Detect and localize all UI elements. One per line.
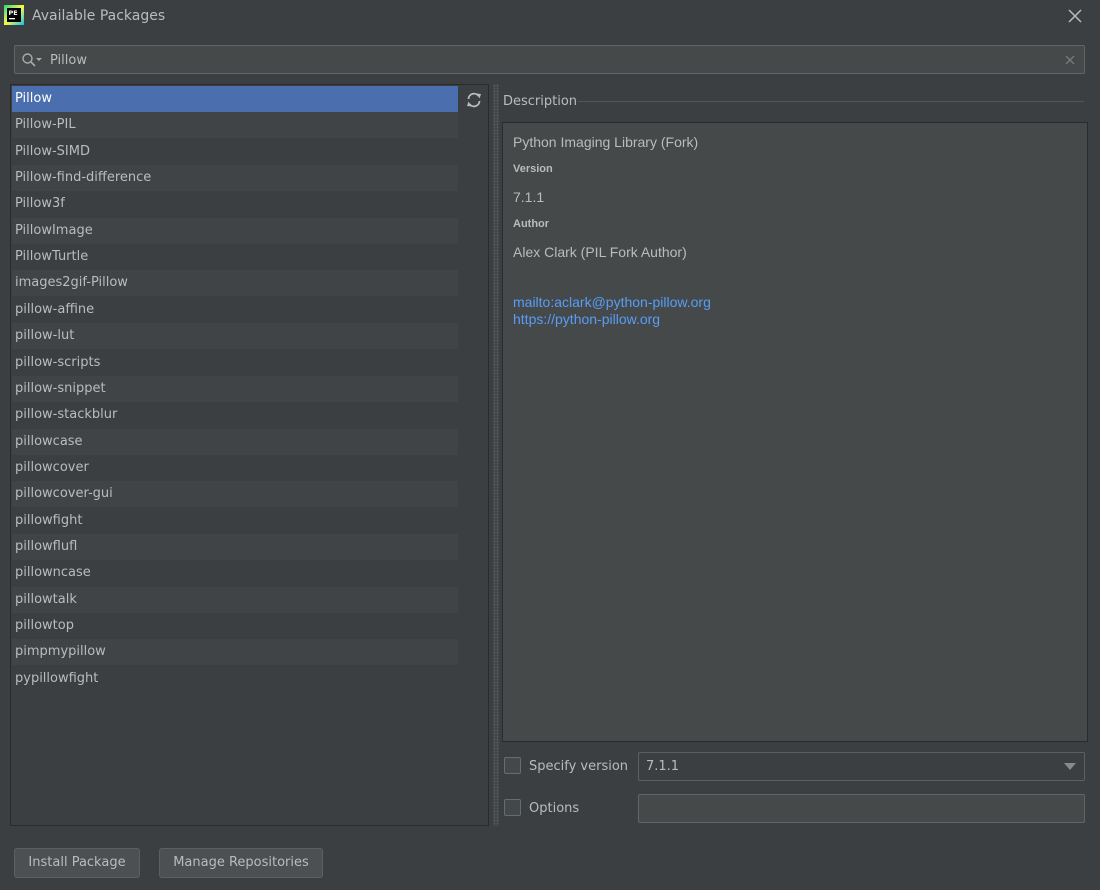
- specify-version-label: Specify version: [529, 759, 629, 774]
- package-list-item[interactable]: PillowImage: [12, 217, 458, 244]
- package-list-item[interactable]: pillowcover-gui: [12, 481, 458, 508]
- package-list-item[interactable]: Pillow: [12, 86, 458, 112]
- package-list-item[interactable]: PillowTurtle: [12, 244, 458, 270]
- description-divider: [578, 101, 1084, 102]
- package-list-item[interactable]: pillowfight: [12, 508, 458, 534]
- description-legend: Description: [503, 94, 578, 109]
- clear-search-icon[interactable]: [1063, 53, 1077, 67]
- version-value: 7.1.1: [513, 189, 545, 205]
- package-list-item[interactable]: pypillowfight: [12, 666, 458, 692]
- author-label: Author: [513, 218, 550, 230]
- package-list-item[interactable]: images2gif-Pillow: [12, 270, 458, 297]
- email-link[interactable]: mailto:aclark@python-pillow.org: [513, 294, 711, 310]
- options-input[interactable]: [638, 794, 1085, 823]
- search-input[interactable]: [50, 50, 1050, 70]
- package-list-item[interactable]: pillow-lut: [12, 323, 458, 350]
- package-list-item[interactable]: pillowncase: [12, 560, 458, 586]
- package-list-item[interactable]: pillowcase: [12, 428, 458, 455]
- package-list-item[interactable]: pillow-affine: [12, 297, 458, 323]
- package-list-item[interactable]: pillowtop: [12, 613, 458, 639]
- manage-repositories-button[interactable]: Manage Repositories: [159, 848, 323, 878]
- package-list-item[interactable]: Pillow-SIMD: [12, 139, 458, 165]
- version-label: Version: [513, 163, 553, 175]
- package-list-item[interactable]: pillow-snippet: [12, 375, 458, 402]
- logo-text: PE: [9, 9, 18, 17]
- package-list-item[interactable]: pillowflufl: [12, 533, 458, 560]
- version-select[interactable]: 7.1.1: [638, 752, 1085, 781]
- chevron-down-icon: [1064, 763, 1076, 770]
- package-list-item[interactable]: pimpmypillow: [12, 639, 458, 666]
- list-toolbar: [458, 84, 489, 826]
- package-summary: Python Imaging Library (Fork): [513, 134, 699, 150]
- package-list-item[interactable]: Pillow3f: [12, 191, 458, 217]
- refresh-icon[interactable]: [465, 91, 483, 109]
- package-list-item[interactable]: Pillow-PIL: [12, 112, 458, 139]
- splitter-handle[interactable]: [493, 84, 499, 826]
- package-list-item[interactable]: pillow-scripts: [12, 350, 458, 376]
- pycharm-logo-icon: PE: [4, 5, 24, 25]
- package-list-item[interactable]: pillow-stackblur: [12, 402, 458, 428]
- search-icon[interactable]: [21, 52, 43, 68]
- options-checkbox[interactable]: [504, 799, 521, 816]
- close-icon[interactable]: [1062, 3, 1088, 29]
- description-panel: [502, 122, 1088, 742]
- install-package-button[interactable]: Install Package: [14, 848, 140, 878]
- window-title: Available Packages: [32, 8, 166, 24]
- homepage-link[interactable]: https://python-pillow.org: [513, 311, 660, 327]
- author-value: Alex Clark (PIL Fork Author): [513, 244, 687, 260]
- specify-version-checkbox[interactable]: [504, 757, 521, 774]
- package-list-item[interactable]: pillowtalk: [12, 586, 458, 613]
- options-label: Options: [529, 801, 580, 816]
- package-list[interactable]: Pillow Pillow-PIL Pillow-SIMD Pillow-find-d…: [10, 84, 459, 826]
- search-box: [14, 45, 1085, 74]
- title-bar: PE Available Packages: [0, 0, 1100, 34]
- version-select-value: 7.1.1: [646, 759, 680, 774]
- package-list-item[interactable]: Pillow-find-difference: [12, 165, 458, 192]
- package-list-item[interactable]: pillowcover: [12, 455, 458, 481]
